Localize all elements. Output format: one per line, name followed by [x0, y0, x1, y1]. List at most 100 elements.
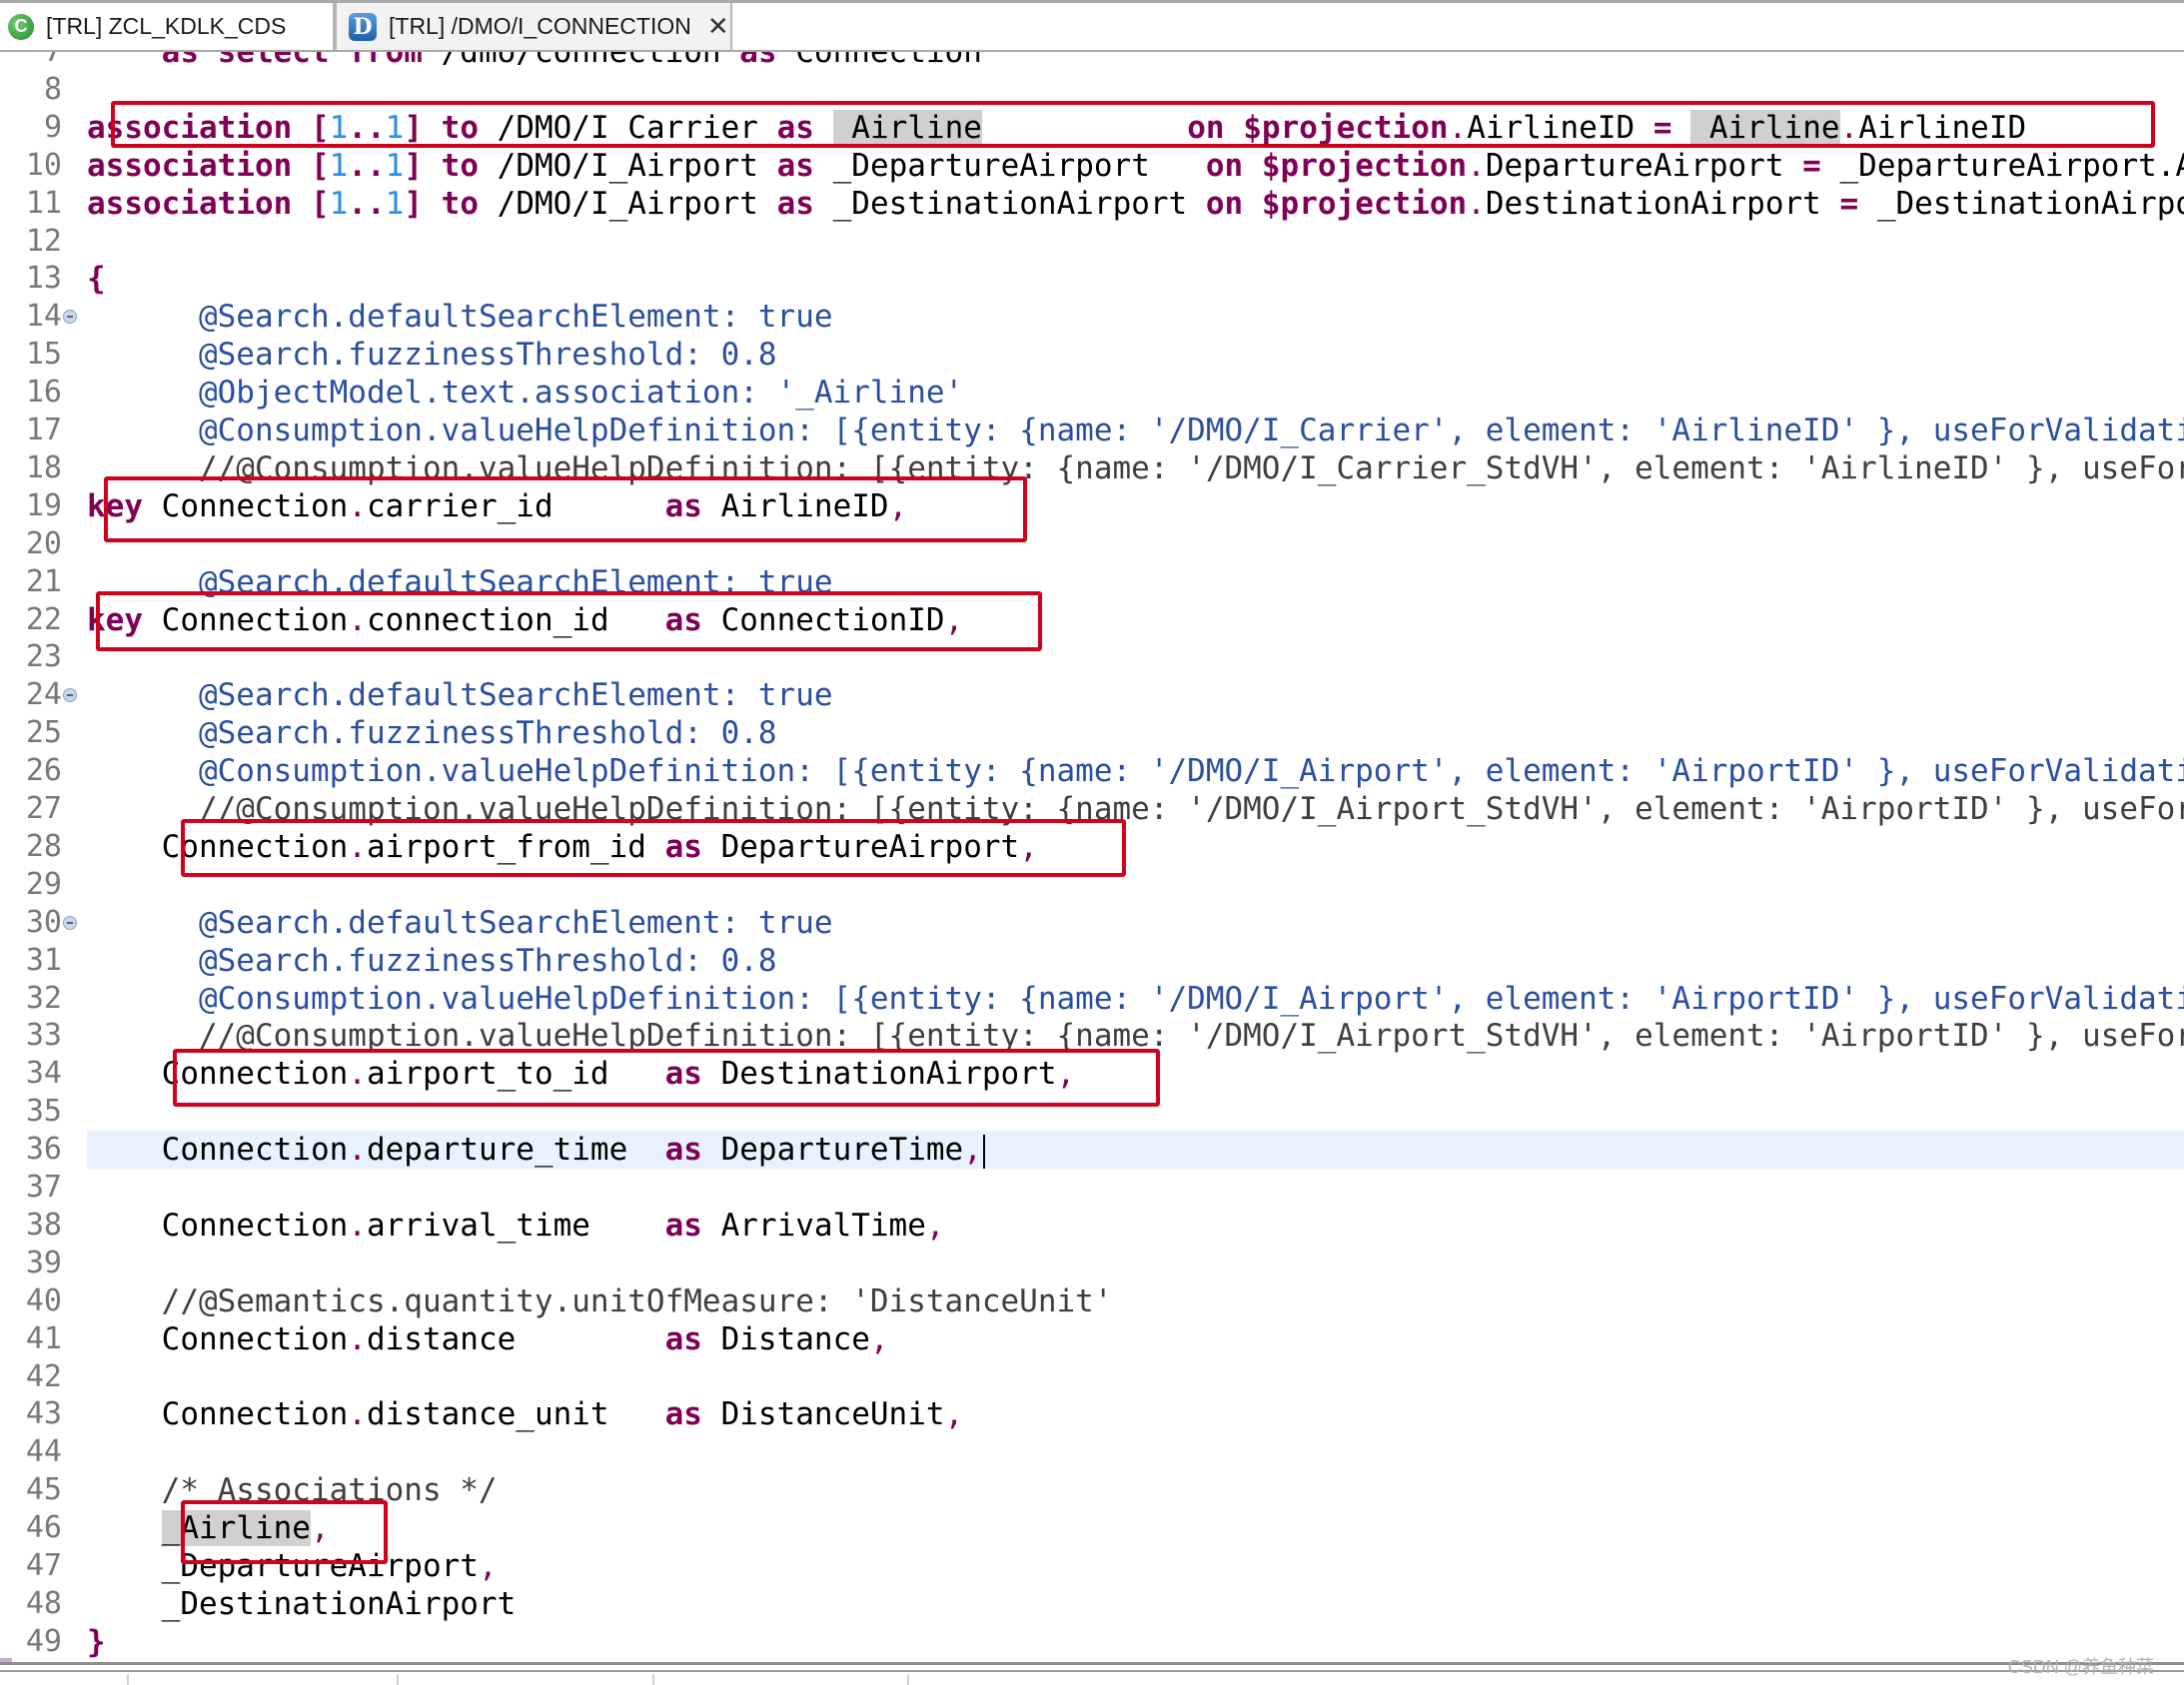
- code-text: key Connection.connection_id as Connecti…: [87, 601, 2184, 639]
- keyword-token: as: [776, 185, 814, 222]
- code-line[interactable]: 45 /* Associations */: [0, 1471, 2184, 1509]
- keyword-token: to: [441, 109, 479, 146]
- code-line[interactable]: 40 //@Semantics.quantity.unitOfMeasure: …: [0, 1282, 2184, 1320]
- code-line[interactable]: 30 @Search.defaultSearchElement: true: [0, 904, 2184, 942]
- line-number: 39: [25, 1245, 62, 1280]
- code-line[interactable]: 33 //@Consumption.valueHelpDefinition: […: [0, 1017, 2184, 1055]
- keyword-token: =: [1839, 185, 1859, 222]
- code-line[interactable]: 8: [0, 71, 2184, 109]
- code-line[interactable]: 28 Connection.airport_from_id as Departu…: [0, 828, 2184, 866]
- punctuation-token: ,: [310, 1510, 330, 1547]
- fold-collapse-icon[interactable]: [63, 310, 77, 325]
- code-token: Connection: [87, 1132, 349, 1169]
- keyword-token: ]: [404, 185, 423, 222]
- tab-dmo-i-connection[interactable]: D [TRL] /DMO/I_CONNECTION ✕: [335, 3, 732, 50]
- keyword-token: on: [1187, 109, 1225, 146]
- number-token: 1: [329, 185, 349, 222]
- code-line[interactable]: 23: [0, 638, 2184, 676]
- number-token: 1: [385, 109, 405, 146]
- code-line[interactable]: 49}: [0, 1623, 2184, 1661]
- line-number: 18: [25, 449, 62, 485]
- code-line[interactable]: 43 Connection.distance_unit as DistanceU…: [0, 1395, 2184, 1433]
- code-line[interactable]: 10 association [1..1] to /DMO/I_Airport a…: [0, 147, 2184, 185]
- code-line[interactable]: 42: [0, 1358, 2184, 1396]
- code-line[interactable]: 26 @Consumption.valueHelpDefinition: [{e…: [0, 752, 2184, 790]
- code-line[interactable]: 13 {: [0, 260, 2184, 298]
- line-number: 13: [25, 261, 62, 297]
- line-number: 26: [25, 753, 62, 789]
- code-line[interactable]: 35: [0, 1093, 2184, 1131]
- code-text: _Airline,: [87, 1509, 2184, 1547]
- code-text: association [1..1] to /DMO/I_Airport as …: [87, 147, 2184, 185]
- code-line[interactable]: 12: [0, 223, 2184, 261]
- code-line[interactable]: 20: [0, 525, 2184, 563]
- code-line[interactable]: 22 key Connection.connection_id as Connec…: [0, 601, 2184, 639]
- code-text: @Search.fuzzinessThreshold: 0.8: [87, 336, 2184, 374]
- line-number: 22: [25, 601, 62, 637]
- code-line[interactable]: 48 _DestinationAirport: [0, 1585, 2184, 1623]
- code-line[interactable]: 18 //@Consumption.valueHelpDefinition: […: [0, 449, 2184, 487]
- line-number: 40: [25, 1282, 62, 1318]
- code-line[interactable]: 37: [0, 1169, 2184, 1207]
- code-text: @Search.fuzzinessThreshold: 0.8: [87, 942, 2184, 980]
- keyword-token: to: [441, 185, 479, 222]
- code-line[interactable]: 16 @ObjectModel.text.association: '_Airl…: [0, 374, 2184, 412]
- punctuation-token: .: [348, 1396, 367, 1433]
- code-text: Connection.airport_to_id as DestinationA…: [87, 1055, 2184, 1093]
- line-number: 10: [25, 147, 62, 183]
- code-text: Connection.departure_time as DepartureTi…: [87, 1131, 2184, 1170]
- keyword-token: ..: [348, 147, 386, 184]
- code-line[interactable]: 29: [0, 866, 2184, 904]
- code-line[interactable]: 24 @Search.defaultSearchElement: true: [0, 676, 2184, 714]
- code-line[interactable]: 36 Connection.departure_time as Departur…: [0, 1131, 2184, 1170]
- fold-collapse-icon[interactable]: [63, 688, 77, 703]
- code-line[interactable]: 27 //@Consumption.valueHelpDefinition: […: [0, 790, 2184, 828]
- keyword-token: ]: [404, 109, 423, 146]
- punctuation-token: .: [1467, 147, 1486, 184]
- keyword-token: $projection: [1261, 147, 1468, 184]
- code-line[interactable]: 25 @Search.fuzzinessThreshold: 0.8: [0, 714, 2184, 752]
- divider: [907, 1674, 909, 1685]
- code-line[interactable]: 19 key Connection.carrier_id as AirlineID…: [0, 487, 2184, 525]
- code-editor[interactable]: 7 as select from /dmo/connection as Conn…: [0, 0, 2184, 1662]
- punctuation-token: ,: [963, 1132, 982, 1169]
- punctuation-token: .: [348, 487, 367, 524]
- line-number: 42: [25, 1358, 62, 1394]
- code-line[interactable]: 34 Connection.airport_to_id as Destinati…: [0, 1055, 2184, 1093]
- code-line[interactable]: 32 @Consumption.valueHelpDefinition: [{e…: [0, 980, 2184, 1018]
- class-icon: C: [8, 13, 34, 40]
- code-line[interactable]: 38 Connection.arrival_time as ArrivalTim…: [0, 1207, 2184, 1245]
- code-token: Distance: [701, 1320, 870, 1357]
- watermark: CSDN @养鱼种菜: [2007, 1657, 2154, 1677]
- code-line[interactable]: 44: [0, 1433, 2184, 1471]
- line-number: 36: [25, 1132, 62, 1168]
- code-text: @Consumption.valueHelpDefinition: [{enti…: [87, 980, 2184, 1018]
- code-line[interactable]: 47 _DepartureAirport,: [0, 1547, 2184, 1585]
- code-token: DepartureAirport: [1485, 147, 1803, 184]
- code-line[interactable]: 14 @Search.defaultSearchElement: true: [0, 298, 2184, 336]
- close-tab-icon[interactable]: ✕: [707, 11, 729, 42]
- code-line[interactable]: 17 @Consumption.valueHelpDefinition: [{e…: [0, 412, 2184, 449]
- code-line[interactable]: 31 @Search.fuzzinessThreshold: 0.8: [0, 942, 2184, 980]
- tab-zcl-kdlk-cds[interactable]: C [TRL] ZCL_KDLK_CDS: [0, 3, 335, 50]
- code-line[interactable]: 41 Connection.distance as Distance,: [0, 1320, 2184, 1358]
- code-line[interactable]: 46 _Airline,: [0, 1509, 2184, 1547]
- code-text: @Search.defaultSearchElement: true: [87, 676, 2184, 714]
- code-line[interactable]: 39: [0, 1245, 2184, 1282]
- code-text: //@Consumption.valueHelpDefinition: [{en…: [87, 449, 2184, 487]
- code-token: Connection: [143, 487, 349, 524]
- keyword-token: on: [1205, 185, 1244, 222]
- code-token: /DMO/I_Airport: [479, 147, 777, 184]
- code-line[interactable]: 21 @Search.defaultSearchElement: true: [0, 563, 2184, 601]
- code-token: distance_unit: [366, 1396, 665, 1433]
- fold-collapse-icon[interactable]: [63, 915, 77, 930]
- number-token: 1: [385, 147, 405, 184]
- code-token: ConnectionID: [701, 601, 945, 638]
- code-line[interactable]: 15 @Search.fuzzinessThreshold: 0.8: [0, 336, 2184, 374]
- code-line[interactable]: 9 association [1..1] to /DMO/I_Carrier as…: [0, 109, 2184, 147]
- code-line[interactable]: 11 association [1..1] to /DMO/I_Airport a…: [0, 185, 2184, 223]
